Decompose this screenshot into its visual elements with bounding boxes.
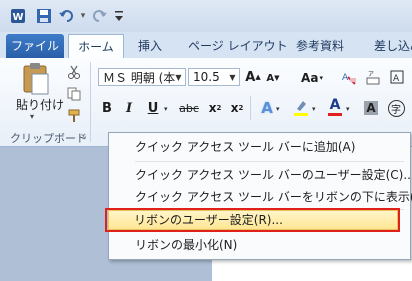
menu-item-show-qat-below-ribbon[interactable]: クイック アクセス ツール バーをリボンの下に表示(S) (135, 187, 412, 207)
tab-home[interactable]: ホーム (68, 34, 124, 60)
character-shading-button[interactable]: A (362, 98, 380, 118)
superscript-button[interactable]: x2 (228, 98, 246, 118)
svg-text:A: A (393, 74, 400, 84)
font-color-button[interactable]: A (326, 96, 344, 118)
cut-icon[interactable] (66, 64, 82, 80)
underline-button[interactable]: U (144, 98, 162, 118)
ribbon-tab-bar: ファイル ホーム 挿入 ページ レイアウト 参考資料 差し込み (0, 32, 412, 60)
paste-icon[interactable] (18, 62, 54, 96)
format-painter-icon[interactable] (66, 108, 82, 124)
quick-access-toolbar: W ▾ (0, 0, 412, 32)
save-icon[interactable] (34, 6, 54, 26)
italic-button[interactable]: I (120, 98, 138, 118)
ribbon-context-menu: クイック アクセス ツール バーに追加(A) クイック アクセス ツール バーの… (108, 132, 412, 260)
clipboard-group-label: クリップボード (10, 132, 87, 145)
phonetic-guide-icon[interactable]: ア (364, 68, 382, 86)
chevron-down-icon: ▼ (229, 72, 236, 82)
tab-mailings[interactable]: 差し込み (364, 34, 412, 58)
highlighter-dropdown-icon[interactable]: ▾ (312, 105, 316, 113)
shrink-font-icon[interactable]: A ▼ (264, 69, 282, 87)
clear-formatting-icon[interactable]: A (340, 68, 358, 86)
tab-file[interactable]: ファイル (6, 34, 64, 58)
enclosed-character-button[interactable]: 字 (386, 98, 406, 118)
tab-insert[interactable]: 挿入 (128, 34, 172, 58)
font-color-dropdown-icon[interactable]: ▾ (346, 105, 350, 113)
text-effects-dropdown-icon[interactable]: ▾ (276, 105, 280, 113)
red-annotation-box (105, 208, 400, 232)
word-app-icon[interactable]: W (8, 6, 28, 26)
strikethrough-button[interactable]: abc (176, 98, 202, 118)
menu-separator (135, 161, 404, 162)
paste-label[interactable]: 貼り付け (16, 96, 64, 113)
svg-text:W: W (12, 12, 23, 23)
enclose-characters-icon[interactable]: A (388, 68, 406, 86)
undo-dropdown-icon[interactable]: ▾ (78, 6, 88, 26)
text-effects-button[interactable]: A (258, 98, 276, 118)
paste-dropdown-icon[interactable]: ▾ (30, 112, 34, 121)
bold-button[interactable]: B (98, 98, 116, 118)
qat-customize-icon[interactable] (112, 6, 126, 26)
chevron-down-icon: ▼ (175, 72, 182, 82)
underline-dropdown-icon[interactable]: ▾ (164, 105, 168, 113)
font-name-value: ＭＳ 明朝 (本 (103, 70, 176, 85)
grow-font-icon[interactable]: A ▲ (244, 67, 262, 87)
subscript-button[interactable]: x2 (206, 98, 224, 118)
menu-item-minimize-ribbon[interactable]: リボンの最小化(N) (135, 235, 237, 255)
clipboard-dialog-launcher-icon[interactable]: ↘ (80, 132, 87, 141)
group-divider (250, 96, 251, 120)
undo-icon[interactable] (56, 6, 78, 26)
tab-references[interactable]: 参考資料 (286, 34, 354, 58)
menu-item-customize-qat[interactable]: クイック アクセス ツール バーのユーザー設定(C)... (135, 165, 412, 185)
change-case-icon[interactable]: Aa ▾ (298, 68, 326, 88)
font-name-select[interactable]: ＭＳ 明朝 (本 ▼ (98, 68, 186, 86)
menu-item-add-to-qat[interactable]: クイック アクセス ツール バーに追加(A) (135, 137, 355, 157)
svg-text:ア: ア (368, 71, 374, 78)
redo-icon[interactable] (90, 6, 110, 26)
copy-icon[interactable] (66, 86, 82, 102)
tab-page-layout[interactable]: ページ レイアウト (178, 34, 298, 58)
highlighter-icon[interactable] (292, 98, 310, 118)
group-divider (90, 62, 91, 142)
font-size-value: 10.5 (193, 70, 220, 84)
font-size-select[interactable]: 10.5 ▼ (188, 68, 240, 86)
